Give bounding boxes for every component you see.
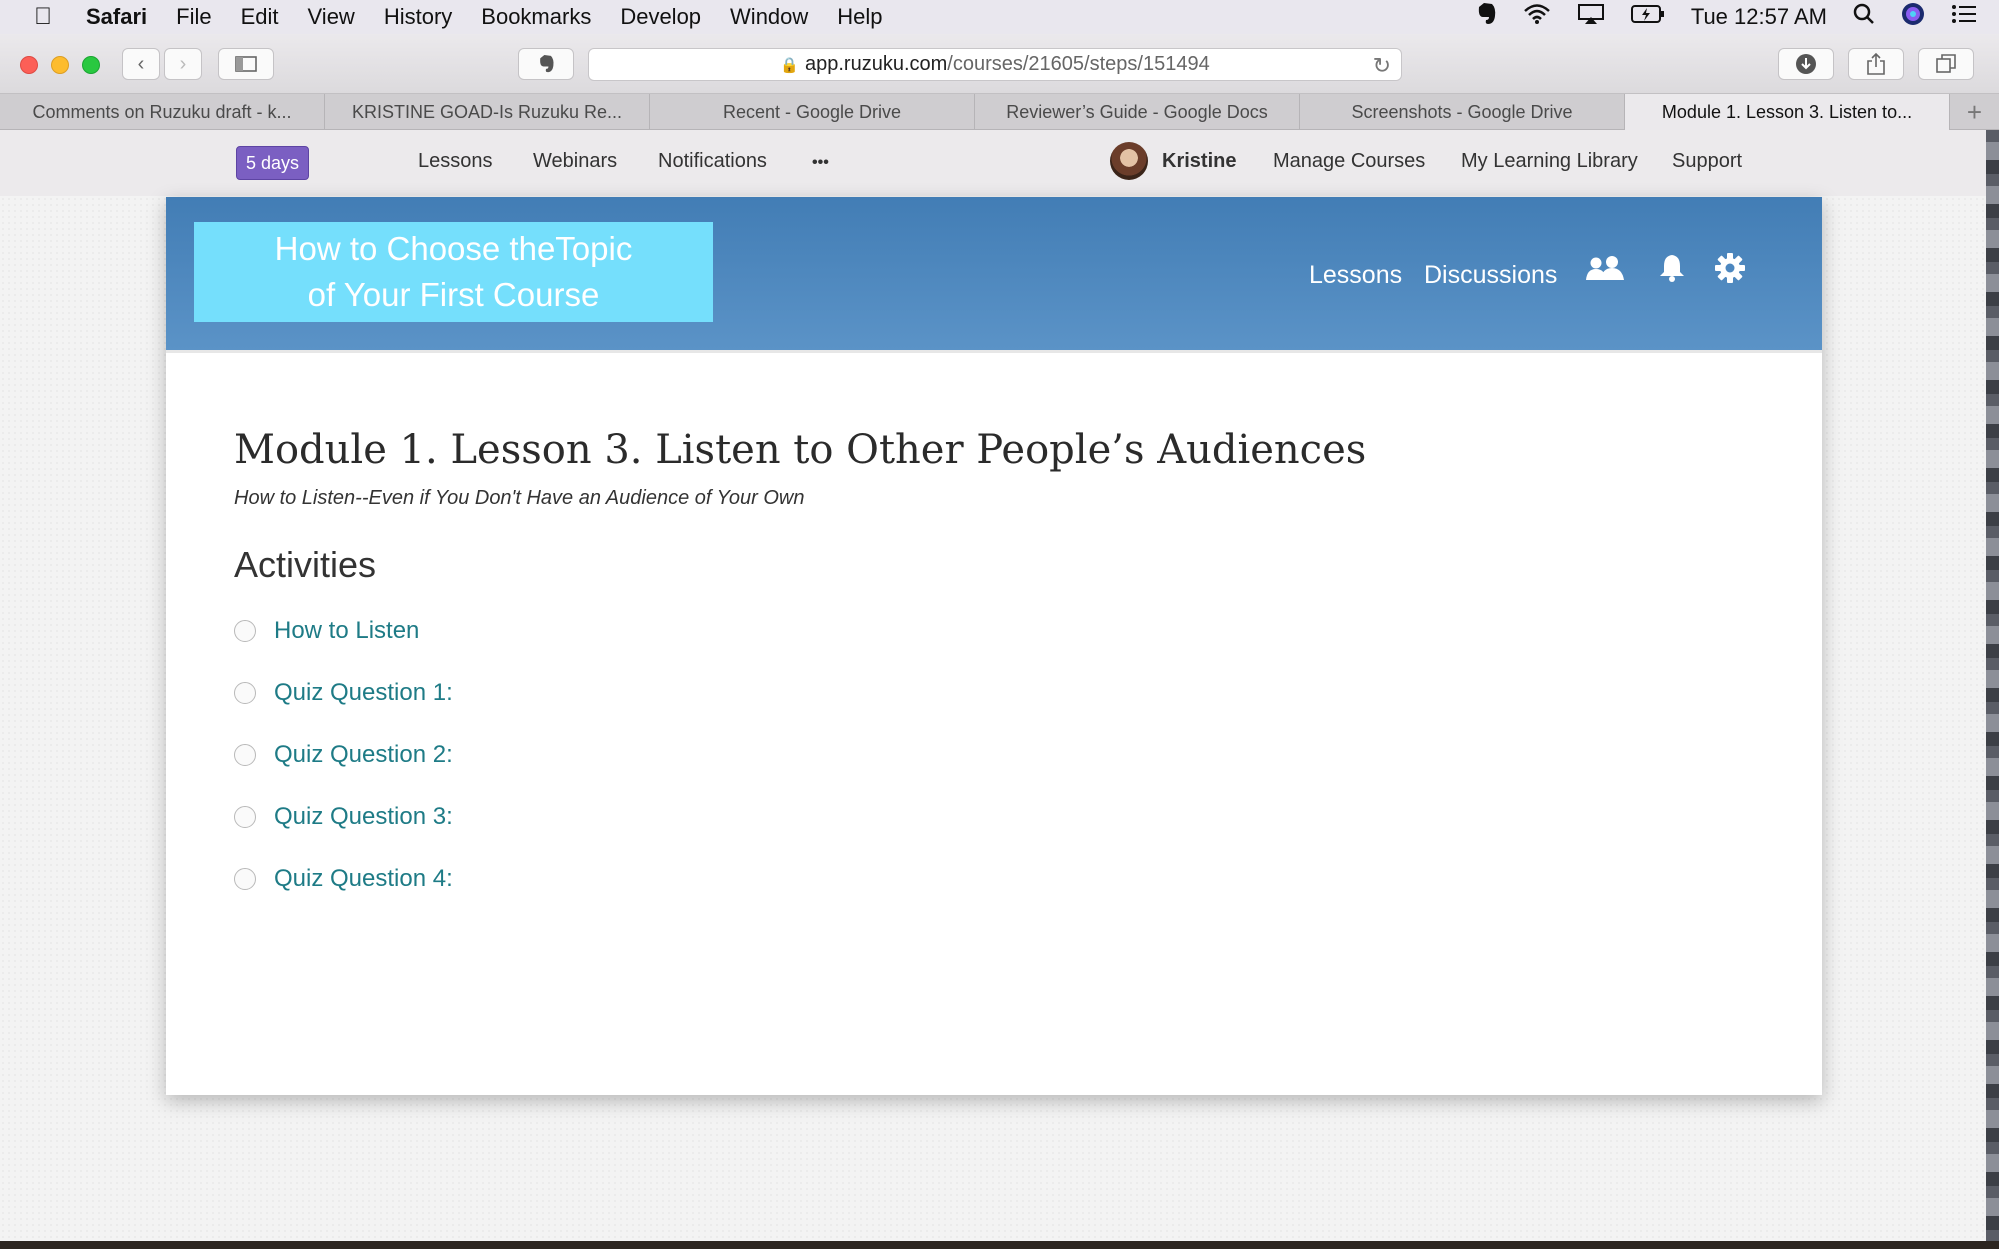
bell-icon[interactable] [1658,253,1686,290]
course-logo[interactable]: How to Choose theTopic of Your First Cou… [194,222,713,322]
wifi-icon[interactable] [1523,3,1551,31]
menu-develop[interactable]: Develop [620,4,701,30]
completion-radio[interactable] [234,620,256,642]
activity-link[interactable]: Quiz Question 4: [274,865,453,893]
course-nav-lessons[interactable]: Lessons [1309,261,1402,290]
chevron-right-icon: › [179,52,187,75]
desktop-bottom-edge [0,1241,1999,1249]
menu-edit[interactable]: Edit [241,4,279,30]
browser-tab-bar: Comments on Ruzuku draft - k... KRISTINE… [0,94,1999,130]
nav-webinars[interactable]: Webinars [533,150,617,173]
back-button[interactable]: ‹ [122,48,160,80]
url-domain: app.ruzuku.com [804,53,948,75]
evernote-extension-button[interactable] [518,48,574,80]
siri-icon[interactable] [1901,2,1925,32]
menubar-clock[interactable]: Tue 12:57 AM [1691,4,1827,30]
menu-history[interactable]: History [384,4,452,30]
lesson-title: Module 1. Lesson 3. Listen to Other Peop… [234,427,1367,473]
completion-radio[interactable] [234,868,256,890]
downloads-button[interactable] [1778,48,1834,80]
list-item: Quiz Question 3: [234,786,1366,848]
lesson-content: Module 1. Lesson 3. Listen to Other Peop… [234,427,1366,910]
nav-manage-courses[interactable]: Manage Courses [1273,150,1425,173]
trial-days-badge[interactable]: 5 days [236,146,310,180]
list-item: How to Listen [234,600,1366,662]
download-icon [1796,54,1816,74]
more-menu-icon[interactable]: ••• [812,154,829,172]
activities-heading: Activities [234,544,377,585]
evernote-icon[interactable] [1475,2,1497,32]
chevron-left-icon: ‹ [137,52,145,75]
menu-window[interactable]: Window [730,4,808,30]
list-item: Quiz Question 1: [234,662,1366,724]
forward-button[interactable]: › [164,48,202,80]
people-icon[interactable] [1584,255,1626,290]
tabs-overview-icon [1936,54,1956,73]
minimize-window-button[interactable] [51,56,69,74]
list-item: Quiz Question 2: [234,724,1366,786]
completion-radio[interactable] [234,806,256,828]
completion-radio[interactable] [234,744,256,766]
course-card: How to Choose theTopic of Your First Cou… [166,197,1822,1095]
share-icon [1867,52,1885,75]
spotlight-search-icon[interactable] [1853,3,1875,31]
plus-icon: + [1966,96,1983,127]
browser-tab-active[interactable]: Module 1. Lesson 3. Listen to... [1625,94,1950,130]
notification-center-icon[interactable] [1951,4,1977,30]
apple-icon[interactable]:  [20,3,66,31]
course-logo-line1: How to Choose theTopic [274,230,633,267]
airplay-icon[interactable] [1577,3,1605,31]
gear-icon[interactable] [1714,252,1746,291]
close-window-button[interactable] [20,56,38,74]
browser-tab[interactable]: Screenshots - Google Drive [1300,94,1625,130]
nav-lessons[interactable]: Lessons [418,150,493,173]
activities-list: How to Listen Quiz Question 1: Quiz Ques… [234,600,1366,910]
menu-safari[interactable]: Safari [86,4,147,30]
browser-tab[interactable]: Reviewer’s Guide - Google Docs [975,94,1300,130]
activity-link[interactable]: Quiz Question 3: [274,803,453,831]
menu-file[interactable]: File [176,4,211,30]
menu-bookmarks[interactable]: Bookmarks [481,4,591,30]
battery-icon[interactable] [1630,4,1665,30]
reload-icon[interactable]: ↻ [1373,53,1391,79]
nav-support[interactable]: Support [1672,150,1742,173]
lesson-subtitle: How to Listen--Even if You Don't Have an… [234,487,805,509]
menu-bar:  Safari File Edit View History Bookmark… [0,0,1999,34]
menu-help[interactable]: Help [837,4,882,30]
activity-link[interactable]: How to Listen [274,617,419,645]
browser-tab[interactable]: Recent - Google Drive [650,94,975,130]
course-logo-line2: of Your First Course [307,276,600,313]
web-page: 5 days Lessons Webinars Notifications ••… [0,130,1986,1241]
browser-tab[interactable]: KRISTINE GOAD-Is Ruzuku Re... [325,94,650,130]
fullscreen-window-button[interactable] [82,56,100,74]
activity-link[interactable]: Quiz Question 1: [274,679,453,707]
list-item: Quiz Question 4: [234,848,1366,910]
background-window-edge [1986,130,1999,1241]
address-bar[interactable]: 🔒 app.ruzuku.com/courses/21605/steps/151… [588,48,1402,81]
browser-tab[interactable]: Comments on Ruzuku draft - k... [0,94,325,130]
avatar[interactable] [1110,142,1148,180]
user-name[interactable]: Kristine [1162,150,1236,173]
nav-my-learning-library[interactable]: My Learning Library [1461,150,1638,173]
lock-icon: 🔒 [780,56,799,74]
sidebar-icon [235,56,257,72]
url-path: /courses/21605/steps/151494 [947,53,1210,75]
tab-overview-button[interactable] [1918,48,1974,80]
nav-notifications[interactable]: Notifications [658,150,767,173]
completion-radio[interactable] [234,682,256,704]
share-button[interactable] [1848,48,1904,80]
ruzuku-top-nav: 5 days Lessons Webinars Notifications ••… [0,130,1986,196]
evernote-icon [540,55,554,73]
menu-view[interactable]: View [308,4,355,30]
new-tab-button[interactable]: + [1950,94,1999,130]
browser-toolbar: ‹ › 🔒 app.ruzuku.com/courses/21605/steps… [0,34,1999,94]
sidebar-toggle-button[interactable] [218,48,274,80]
course-banner: How to Choose theTopic of Your First Cou… [166,197,1822,353]
activity-link[interactable]: Quiz Question 2: [274,741,453,769]
course-nav-discussions[interactable]: Discussions [1424,261,1557,290]
